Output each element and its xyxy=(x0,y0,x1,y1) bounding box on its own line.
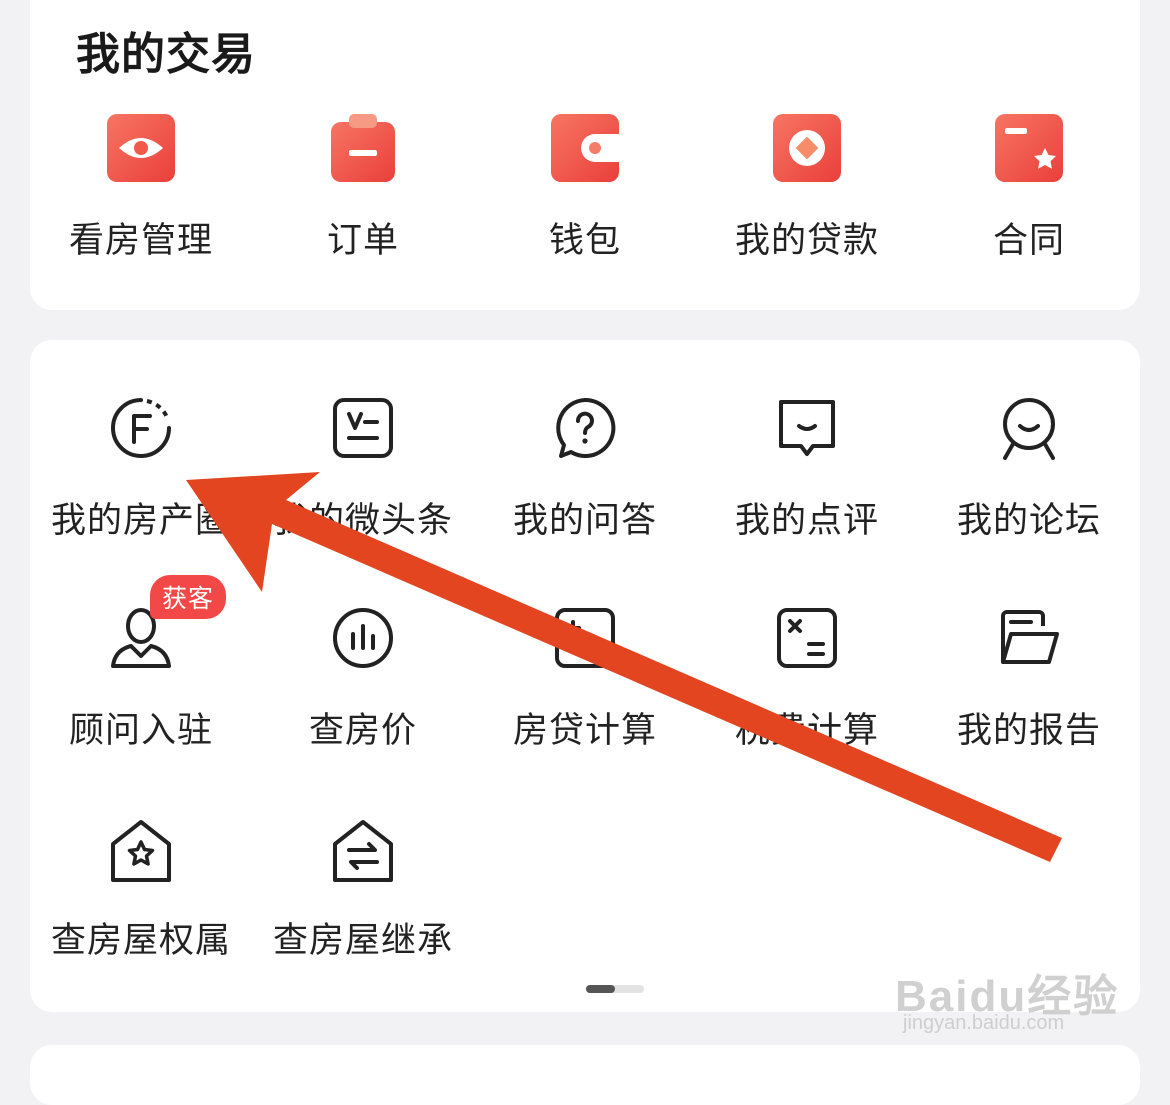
item-label: 查房屋权属 xyxy=(50,921,231,961)
report-folder-icon xyxy=(1001,610,1059,664)
item-label: 查房屋继承 xyxy=(272,921,453,961)
item-label: 我的贷款 xyxy=(734,221,879,261)
price-chart-icon xyxy=(333,608,393,668)
item-label: 订单 xyxy=(326,221,399,261)
eye-icon xyxy=(107,114,175,182)
wallet-icon xyxy=(551,114,619,182)
house-star-icon xyxy=(111,820,171,882)
order-clipboard-icon xyxy=(331,114,395,182)
question-bubble-icon xyxy=(556,397,616,458)
tax-calculator-icon xyxy=(777,608,837,668)
item-label: 税费计算 xyxy=(734,711,879,751)
page-indicator-active xyxy=(586,985,615,993)
house-transfer-icon xyxy=(333,820,393,882)
item-label: 顾问入驻 xyxy=(68,711,213,751)
item-label: 合同 xyxy=(992,221,1065,261)
item-label: 我的论坛 xyxy=(956,501,1101,541)
item-label: 房贷计算 xyxy=(512,711,657,751)
get-customers-badge: 获客 xyxy=(150,575,227,619)
item-label: 我的报告 xyxy=(956,711,1101,751)
micro-headline-icon xyxy=(333,398,393,458)
forum-person-icon xyxy=(1003,398,1055,460)
comment-icon xyxy=(779,400,835,456)
contract-star-icon xyxy=(995,114,1063,182)
item-label: 查房价 xyxy=(308,711,417,751)
mortgage-calculator-icon xyxy=(555,608,615,668)
item-label: 我的点评 xyxy=(734,501,879,541)
item-label: 我的微头条 xyxy=(272,501,453,541)
f-circle-icon xyxy=(111,398,171,458)
baidu-watermark: Baidu经验 jingyan.baidu.com xyxy=(895,960,1119,1034)
section-title: 我的交易 xyxy=(76,29,256,80)
next-card xyxy=(30,1045,1140,1105)
loan-diamond-icon xyxy=(773,114,841,182)
item-label: 我的房产圈 xyxy=(50,501,231,541)
item-label: 我的问答 xyxy=(512,501,657,541)
item-label: 看房管理 xyxy=(68,221,213,261)
item-label: 钱包 xyxy=(548,221,621,261)
watermark-url: jingyan.baidu.com xyxy=(903,1012,1065,1034)
